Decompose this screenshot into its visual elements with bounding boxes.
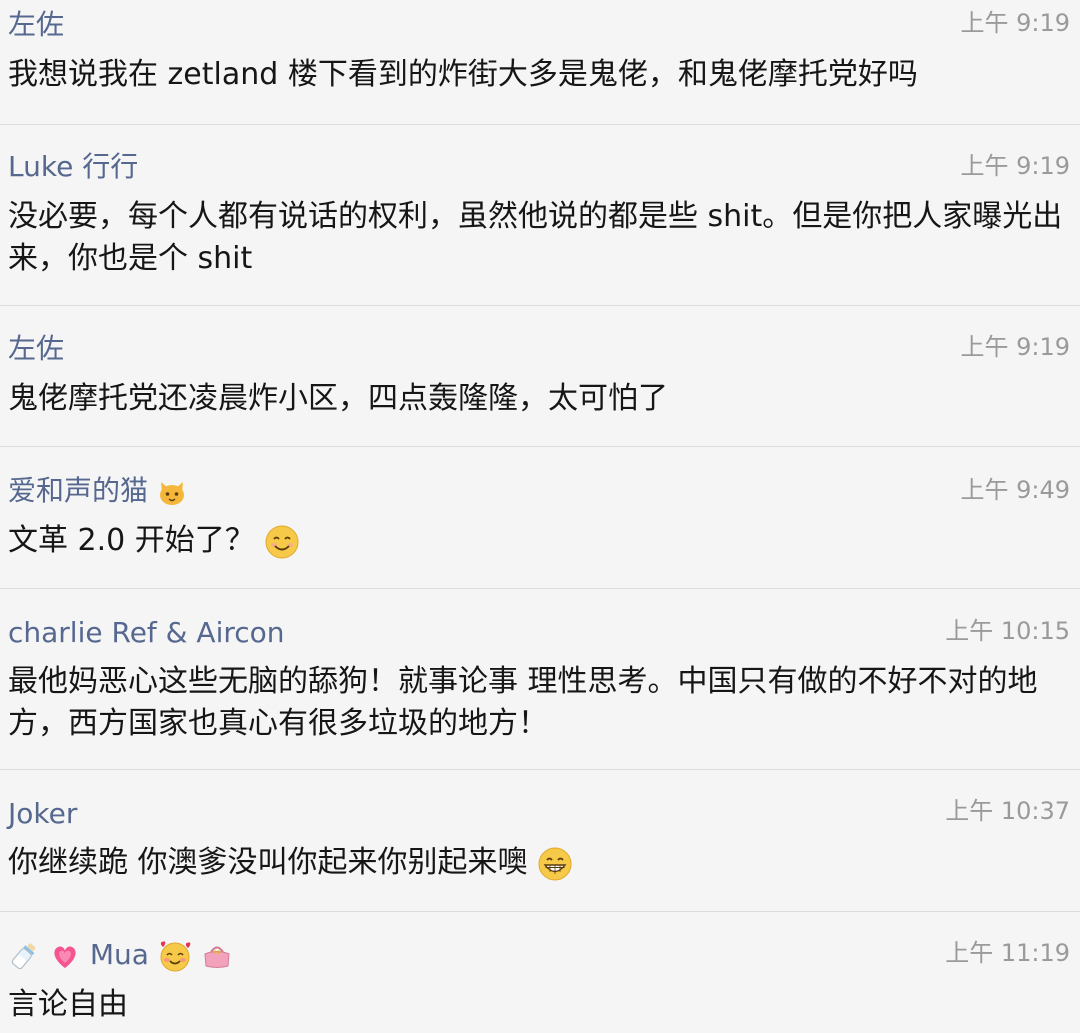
cat-face-icon <box>157 477 187 507</box>
message-text: 没必要，每个人都有说话的权利，虽然他说的都是些 shit。但是你把人家曝光出来，… <box>8 199 1063 276</box>
message-text: 你继续跪 你澳爹没叫你起来你别起来噢 <box>8 845 528 880</box>
message-text: 文革 2.0 开始了？ <box>8 523 255 558</box>
baby-bottle-icon <box>8 940 40 972</box>
sender-name[interactable]: 爱和声的猫 <box>8 474 148 507</box>
sender-name[interactable]: charlie Ref & Aircon <box>8 616 285 650</box>
chat-message[interactable]: charlie Ref & Aircon 上午 10:15 最他妈恶心这些无脑的… <box>0 589 1080 769</box>
chat-message[interactable]: 爱和声的猫 上午 9:49 文革 2.0 开始了？ <box>0 447 1080 588</box>
message-time: 上午 9:49 <box>960 476 1070 504</box>
chat-message[interactable]: 左佐 上午 9:19 我想说我在 zetland 楼下看到的炸街大多是鬼佬，和鬼… <box>0 0 1080 124</box>
message-time: 上午 11:19 <box>945 939 1070 967</box>
growing-heart-icon <box>49 940 81 972</box>
message-text-row: 文革 2.0 开始了？ <box>8 520 1076 562</box>
message-time: 上午 10:37 <box>945 797 1070 825</box>
message-time: 上午 10:15 <box>945 617 1070 645</box>
message-time: 上午 9:19 <box>960 152 1070 180</box>
message-text: 我想说我在 zetland 楼下看到的炸街大多是鬼佬，和鬼佬摩托党好吗 <box>8 57 918 92</box>
chat-message[interactable]: Luke 行行 上午 9:19 没必要，每个人都有说话的权利，虽然他说的都是些 … <box>0 125 1080 305</box>
sender-name-row[interactable]: Mua <box>8 938 233 973</box>
message-time: 上午 9:19 <box>960 333 1070 361</box>
chat-message[interactable]: 左佐 上午 9:19 鬼佬摩托党还凌晨炸小区，四点轰隆隆，太可怕了 <box>0 306 1080 446</box>
smiling-face-icon <box>264 524 300 560</box>
message-text-row: 你继续跪 你澳爹没叫你起来你别起来噢 <box>8 842 1076 884</box>
message-text: 鬼佬摩托党还凌晨炸小区，四点轰隆隆，太可怕了 <box>8 381 668 416</box>
sender-name[interactable]: 左佐 <box>8 8 64 42</box>
sender-name[interactable]: Mua <box>90 938 149 971</box>
sender-name[interactable]: 左佐 <box>8 332 64 366</box>
sender-name[interactable]: Joker <box>8 797 77 831</box>
message-text: 最他妈恶心这些无脑的舔狗！就事论事 理性思考。中国只有做的不好不对的地方，西方国… <box>8 664 1038 741</box>
chat-message-list: 左佐 上午 9:19 我想说我在 zetland 楼下看到的炸街大多是鬼佬，和鬼… <box>0 0 1080 1033</box>
chat-message[interactable]: Joker 上午 10:37 你继续跪 你澳爹没叫你起来你别起来噢 <box>0 770 1080 911</box>
purse-icon <box>201 940 233 972</box>
smiling-face-with-hearts-icon <box>158 939 192 973</box>
message-time: 上午 9:19 <box>960 9 1070 37</box>
sender-name-row[interactable]: 爱和声的猫 <box>8 474 187 508</box>
sender-name[interactable]: Luke 行行 <box>8 150 138 184</box>
message-text: 言论自由 <box>8 987 128 1022</box>
chat-message[interactable]: Mua 上午 11:19 言论自由 <box>0 912 1080 1033</box>
grinning-face-icon <box>537 846 573 882</box>
